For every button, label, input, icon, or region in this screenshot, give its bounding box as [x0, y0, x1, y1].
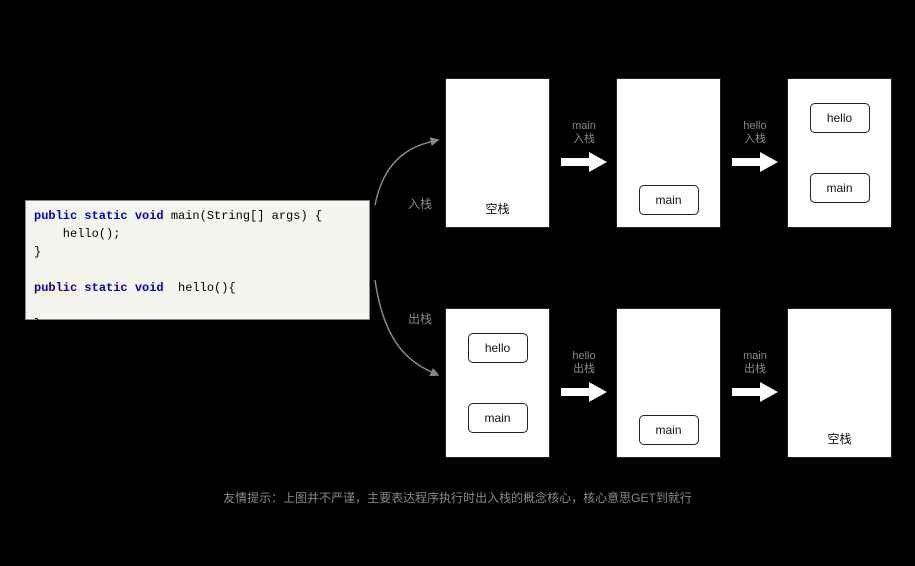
arrow-right-icon: [730, 380, 780, 404]
push-arrow-2-caption: hello 入栈: [743, 120, 766, 146]
pop-box-3-label: 空栈: [788, 430, 891, 447]
code-kw-1: public static void: [34, 209, 164, 223]
push-box-1-label: 空栈: [446, 200, 549, 217]
code-text-2: hello(){: [164, 281, 236, 295]
push-box-2: main: [616, 78, 721, 228]
code-text-1: main(String[] args) {: [164, 209, 322, 223]
pop-box-1-frame-main: main: [468, 403, 528, 433]
push-arrow-1: main 入栈: [557, 120, 611, 174]
branch-label-push: 入栈: [408, 195, 432, 212]
push-arrow-2: hello 入栈: [728, 120, 782, 174]
code-line-5: }: [34, 317, 41, 331]
pop-arrow-2: main 出栈: [728, 350, 782, 404]
arrow-right-icon: [730, 150, 780, 174]
code-kw-hl: public: [34, 281, 77, 295]
pop-box-2-frame-main: main: [639, 415, 699, 445]
push-box-3-frame-hello: hello: [810, 103, 870, 133]
arrow-right-icon: [559, 150, 609, 174]
push-box-3-frame-main: main: [810, 173, 870, 203]
branch-curve-pop: [370, 275, 445, 385]
pop-box-2: main: [616, 308, 721, 458]
pop-box-1: hello main: [445, 308, 550, 458]
pop-arrow-1: hello 出栈: [557, 350, 611, 404]
pop-box-1-frame-hello: hello: [468, 333, 528, 363]
arrow-right-icon: [559, 380, 609, 404]
push-arrow-1-caption: main 入栈: [572, 120, 596, 146]
push-box-1: 空栈: [445, 78, 550, 228]
push-box-3: hello main: [787, 78, 892, 228]
pop-arrow-2-caption: main 出栈: [743, 350, 767, 376]
code-block: public static void main(String[] args) {…: [25, 200, 370, 320]
pop-box-3: 空栈: [787, 308, 892, 458]
push-box-2-frame-main: main: [639, 185, 699, 215]
footer-text: 友情提示：上图并不严谨，主要表达程序执行时出入栈的概念核心，核心意思GET到就行: [0, 489, 915, 506]
code-line-2: hello();: [34, 227, 120, 241]
code-kw-2: static void: [77, 281, 163, 295]
pop-arrow-1-caption: hello 出栈: [572, 350, 595, 376]
branch-label-pop: 出栈: [408, 310, 432, 327]
code-line-3: }: [34, 245, 41, 259]
